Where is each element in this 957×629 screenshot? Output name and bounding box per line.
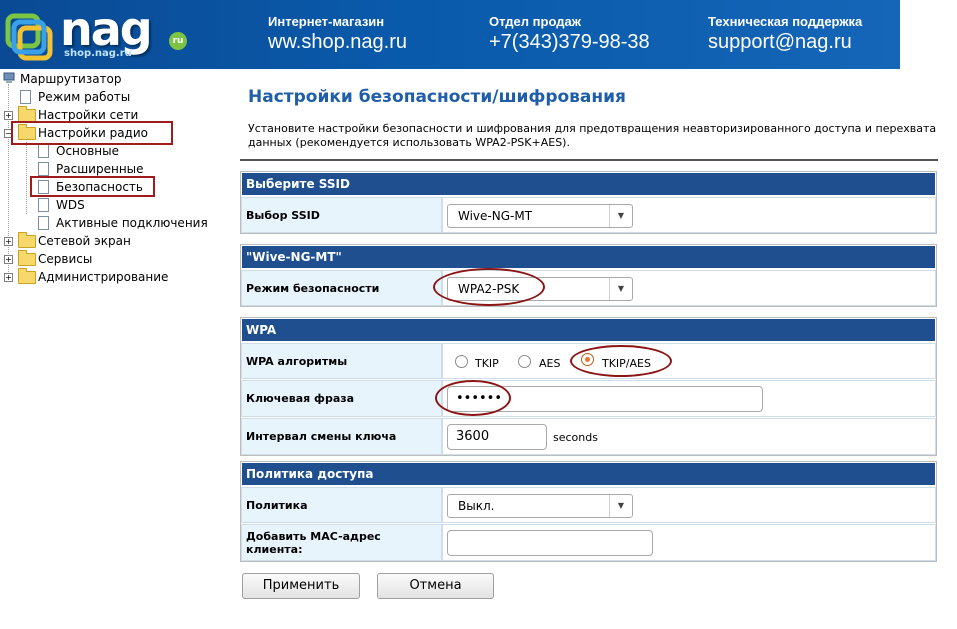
page-title: Настройки безопасности/шифрования [248, 87, 626, 107]
tree-label: WDS [56, 198, 85, 212]
radio-aes-label: AES [539, 357, 561, 370]
shop-info: Интернет-магазин ww.shop.nag.ru [268, 14, 407, 54]
access-policy-section: Политика доступа Политика Выкл. ▼ Добави… [240, 461, 937, 562]
key-interval-unit: seconds [553, 431, 598, 444]
expand-plus-icon[interactable]: + [4, 273, 13, 282]
page-icon [38, 144, 49, 158]
ssid-section: Выберите SSID Выбор SSID Wive-NG-MT ▼ [240, 171, 937, 234]
chevron-down-icon: ▼ [609, 278, 632, 300]
tree-label: Администрирование [38, 270, 169, 284]
sales-caption: Отдел продаж [489, 14, 581, 29]
radio-tkip-label: TKIP [475, 357, 499, 370]
radio-tkip[interactable] [455, 355, 468, 368]
page-icon [20, 90, 31, 104]
policy-select-value: Выкл. [458, 499, 495, 513]
folder-icon [18, 232, 36, 248]
mac-address-label: Добавить MAC-адрес клиента: [241, 524, 442, 561]
folder-icon [18, 250, 36, 266]
page-description: Установите настройки безопасности и шифр… [248, 122, 937, 149]
security-mode-label: Режим безопасности [241, 270, 442, 306]
security-section-header: "Wive-NG-MT" [241, 245, 936, 269]
wpa-section: WPA WPA алгоритмы TKIP AES TKIP/AES Ключ… [240, 317, 937, 456]
tree-label-router: Маршрутизатор [20, 72, 122, 86]
expand-plus-icon[interactable]: + [4, 111, 13, 120]
ssid-section-header: Выберите SSID [241, 172, 936, 196]
ssid-label: Выбор SSID [241, 197, 442, 233]
router-icon [3, 72, 15, 83]
folder-icon [18, 268, 36, 284]
highlight-security [30, 176, 155, 197]
security-section: "Wive-NG-MT" Режим безопасности WPA2-PSK… [240, 244, 937, 307]
ssid-select-value: Wive-NG-MT [458, 209, 533, 223]
chevron-down-icon: ▼ [609, 205, 632, 227]
access-policy-section-header: Политика доступа [241, 462, 936, 486]
logo-ru-badge: ru [169, 32, 187, 50]
shop-link[interactable]: ww.shop.nag.ru [268, 31, 407, 54]
apply-button[interactable]: Применить [242, 573, 360, 599]
radio-aes[interactable] [518, 355, 531, 368]
sales-phone: +7(343)379-98-38 [489, 31, 650, 53]
title-divider [240, 159, 938, 161]
tree-label: Активные подключения [56, 216, 208, 230]
tree-label: Сервисы [38, 252, 93, 266]
tree-label: Режим работы [38, 90, 131, 104]
shop-caption: Интернет-магазин [268, 14, 385, 29]
sales-info: Отдел продаж +7(343)379-98-38 [489, 14, 650, 54]
key-interval-input[interactable]: 3600 [447, 424, 547, 450]
support-info: Техническая поддержка support@nag.ru [708, 14, 862, 54]
passphrase-label: Ключевая фраза [241, 380, 442, 417]
ssid-select[interactable]: Wive-NG-MT ▼ [447, 204, 633, 228]
logo-squares-icon [5, 13, 53, 61]
support-caption: Техническая поддержка [708, 14, 863, 29]
policy-label: Политика [241, 487, 442, 523]
tree-label: Сетевой экран [38, 234, 131, 248]
site-header: nag shop.nag.ru ru Интернет-магазин ww.s… [0, 0, 900, 69]
expand-plus-icon[interactable]: + [4, 255, 13, 264]
mac-address-input[interactable] [447, 530, 653, 556]
expand-plus-icon[interactable]: + [4, 237, 13, 246]
page-icon [38, 198, 49, 212]
page-icon [38, 216, 49, 230]
tree-guide-line [26, 142, 27, 214]
nag-logo[interactable]: nag shop.nag.ru ru [4, 2, 204, 64]
chevron-down-icon: ▼ [609, 495, 632, 517]
highlight-tkip-aes [570, 345, 672, 377]
highlight-passphrase [435, 380, 511, 416]
support-email[interactable]: support@nag.ru [708, 31, 862, 54]
page-icon [38, 162, 49, 176]
key-interval-label: Интервал смены ключа [241, 418, 442, 455]
highlight-security-mode [433, 268, 545, 306]
cancel-button[interactable]: Отмена [377, 573, 494, 599]
wpa-section-header: WPA [241, 318, 936, 342]
header-spacer [900, 0, 957, 69]
highlight-radio-settings [11, 121, 173, 145]
logo-subtext: shop.nag.ru [64, 48, 132, 59]
policy-select[interactable]: Выкл. ▼ [447, 494, 633, 518]
wpa-algorithms-label: WPA алгоритмы [241, 343, 442, 379]
